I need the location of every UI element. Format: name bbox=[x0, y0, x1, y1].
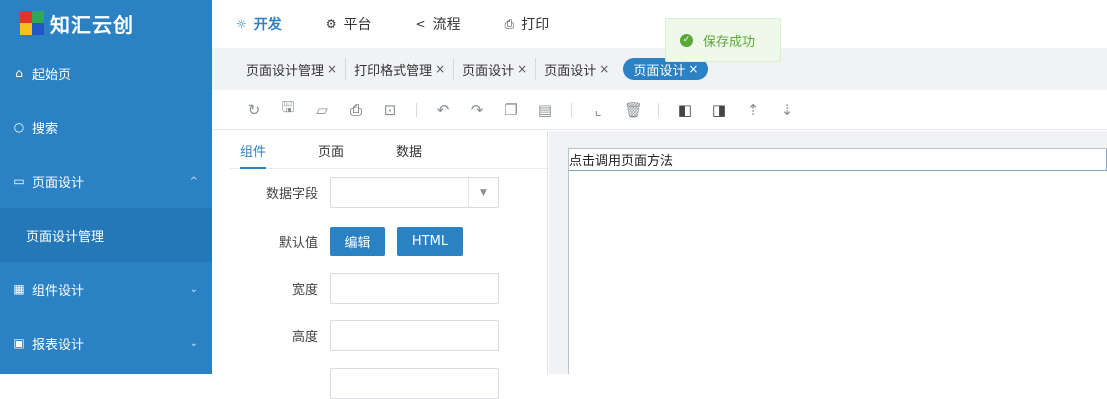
tab-component[interactable]: 组件 bbox=[240, 131, 267, 169]
close-icon[interactable]: × bbox=[435, 62, 445, 76]
designer-toolbar: ↻ 🖫 ▱ ⎙ ⊡ ↶ ↷ ❐ ▤ ⌞ 🗑 ◧ ◨ ⇡ ⇣ bbox=[212, 90, 1107, 130]
toolbar-divider bbox=[571, 102, 572, 117]
height-label: 高度 bbox=[291, 330, 318, 345]
save-icon[interactable]: 🖫 bbox=[280, 97, 296, 122]
tab-print-format-manage[interactable]: 打印格式管理 × bbox=[345, 58, 453, 80]
sort-asc-icon[interactable]: ⇡ bbox=[745, 101, 761, 119]
default-value-row: 默认值 编辑 HTML bbox=[230, 227, 548, 256]
sidebar-item-page-design-manage[interactable]: 页面设计管理 bbox=[0, 208, 212, 262]
page-method-element[interactable]: 点击调用页面方法 bbox=[569, 149, 1107, 171]
gear-icon: ⚙ bbox=[325, 17, 337, 31]
sidebar-item-label: 组件设计 bbox=[32, 283, 85, 299]
tab-data[interactable]: 数据 bbox=[396, 131, 422, 169]
tab-page-design-2[interactable]: 页面设计 × bbox=[535, 58, 617, 80]
nav-label: 打印 bbox=[521, 17, 550, 33]
design-canvas[interactable]: 点击调用页面方法 bbox=[568, 148, 1107, 374]
default-value-label: 默认值 bbox=[278, 236, 318, 251]
sidebar-item-report-design[interactable]: ▣ 报表设计 ⌄ bbox=[0, 316, 212, 370]
data-field-select[interactable]: ▼ bbox=[330, 177, 499, 208]
logo-icon bbox=[20, 11, 44, 35]
success-toast: ✓ 保存成功 bbox=[665, 18, 781, 62]
sidebar-item-search[interactable]: ○ 搜索 bbox=[0, 100, 212, 154]
tab-label: 页面设计 bbox=[633, 63, 686, 79]
sidebar-item-home[interactable]: ⌂ 起始页 bbox=[0, 46, 212, 100]
share-icon: < bbox=[415, 17, 426, 31]
close-icon[interactable]: × bbox=[688, 62, 698, 76]
preview-icon[interactable]: ⊡ bbox=[382, 101, 398, 119]
toast-message: 保存成功 bbox=[703, 34, 756, 50]
sidebar: 知汇云创 ⌂ 起始页 ○ 搜索 ▭ 页面设计 ^ 页面设计管理 ▦ 组件设计 ⌄… bbox=[0, 0, 212, 374]
sidebar-item-label: 页面设计管理 bbox=[26, 229, 105, 245]
nav-print[interactable]: ⎙ 打印 bbox=[505, 14, 550, 34]
nav-label: 开发 bbox=[253, 17, 282, 33]
redo-icon[interactable]: ↷ bbox=[469, 101, 485, 119]
refresh-icon[interactable]: ↻ bbox=[246, 101, 262, 119]
chevron-down-icon: ⌄ bbox=[189, 283, 198, 295]
chevron-down-icon[interactable]: ▼ bbox=[468, 178, 498, 207]
app-title: 知汇云创 bbox=[50, 12, 134, 37]
tab-label: 页面设计 bbox=[544, 63, 597, 79]
develop-icon: ☼ bbox=[236, 17, 247, 31]
nav-develop[interactable]: ☼ 开发 bbox=[236, 14, 282, 34]
property-panel: 组件 页面 数据 数据字段 ▼ 默认值 编辑 HTML 宽度 高度 bbox=[230, 131, 548, 399]
next-field-input[interactable] bbox=[330, 368, 499, 399]
toolbar-divider bbox=[658, 102, 659, 117]
nav-workflow[interactable]: < 流程 bbox=[416, 14, 461, 34]
data-field-label: 数据字段 bbox=[265, 187, 318, 202]
add-area-icon[interactable]: ⌞ bbox=[590, 101, 606, 119]
bring-forward-icon[interactable]: ◧ bbox=[677, 101, 693, 119]
nav-label: 平台 bbox=[343, 17, 372, 33]
sort-desc-icon[interactable]: ⇣ bbox=[779, 101, 795, 119]
panel-tabs: 组件 页面 数据 bbox=[230, 131, 547, 169]
top-nav: ☼ 开发 ⚙ 平台 < 流程 ⎙ 打印 bbox=[212, 0, 1107, 48]
copy-icon[interactable]: ❐ bbox=[503, 101, 519, 119]
sidebar-item-page-design[interactable]: ▭ 页面设计 ^ bbox=[0, 154, 212, 208]
chevron-up-icon: ^ bbox=[189, 175, 198, 187]
search-icon: ○ bbox=[13, 120, 25, 134]
grid-icon: ▦ bbox=[13, 282, 25, 296]
home-icon: ⌂ bbox=[15, 66, 23, 80]
nav-platform[interactable]: ⚙ 平台 bbox=[326, 14, 372, 34]
page-design-icon: ▭ bbox=[13, 174, 25, 188]
tab-label: 打印格式管理 bbox=[354, 63, 433, 79]
tab-page-design-1[interactable]: 页面设计 × bbox=[453, 58, 535, 80]
html-button[interactable]: HTML bbox=[397, 227, 463, 256]
print-icon: ⎙ bbox=[504, 16, 515, 31]
width-row: 宽度 bbox=[230, 273, 548, 304]
paste-icon[interactable]: ▤ bbox=[537, 101, 553, 119]
tab-label: 页面设计管理 bbox=[246, 63, 325, 79]
sidebar-item-label: 起始页 bbox=[32, 67, 72, 83]
width-label: 宽度 bbox=[291, 283, 318, 298]
close-icon[interactable]: × bbox=[517, 62, 527, 76]
undo-icon[interactable]: ↶ bbox=[435, 101, 451, 119]
logo[interactable]: 知汇云创 bbox=[0, 0, 212, 46]
nav-label: 流程 bbox=[432, 17, 461, 33]
check-circle-icon: ✓ bbox=[680, 33, 693, 47]
element-text: 点击调用页面方法 bbox=[569, 154, 674, 169]
sidebar-item-component-design[interactable]: ▦ 组件设计 ⌄ bbox=[0, 262, 212, 316]
toolbar-divider bbox=[416, 102, 417, 117]
print-icon[interactable]: ⎙ bbox=[348, 101, 364, 119]
close-icon[interactable]: × bbox=[599, 62, 609, 76]
next-field-row bbox=[230, 368, 548, 399]
chevron-down-icon: ⌄ bbox=[189, 337, 198, 349]
close-icon[interactable]: × bbox=[327, 62, 337, 76]
edit-button[interactable]: 编辑 bbox=[330, 227, 385, 256]
tab-page-design-manage[interactable]: 页面设计管理 × bbox=[238, 58, 345, 80]
height-row: 高度 bbox=[230, 320, 548, 351]
tab-page[interactable]: 页面 bbox=[318, 131, 344, 169]
data-field-row: 数据字段 ▼ bbox=[230, 177, 548, 208]
delete-icon[interactable]: 🗑 bbox=[624, 101, 643, 119]
width-input[interactable] bbox=[330, 273, 499, 304]
report-icon: ▣ bbox=[13, 336, 25, 350]
height-input[interactable] bbox=[330, 320, 499, 351]
send-backward-icon[interactable]: ◨ bbox=[711, 101, 727, 119]
tab-label: 页面设计 bbox=[462, 63, 515, 79]
sidebar-item-label: 页面设计 bbox=[32, 175, 85, 191]
sidebar-item-label: 报表设计 bbox=[32, 337, 85, 353]
sidebar-item-label: 搜索 bbox=[32, 121, 59, 137]
page-tabs: 页面设计管理 × 打印格式管理 × 页面设计 × 页面设计 × 页面设计 × bbox=[212, 48, 1107, 90]
open-folder-icon[interactable]: ▱ bbox=[314, 101, 330, 119]
